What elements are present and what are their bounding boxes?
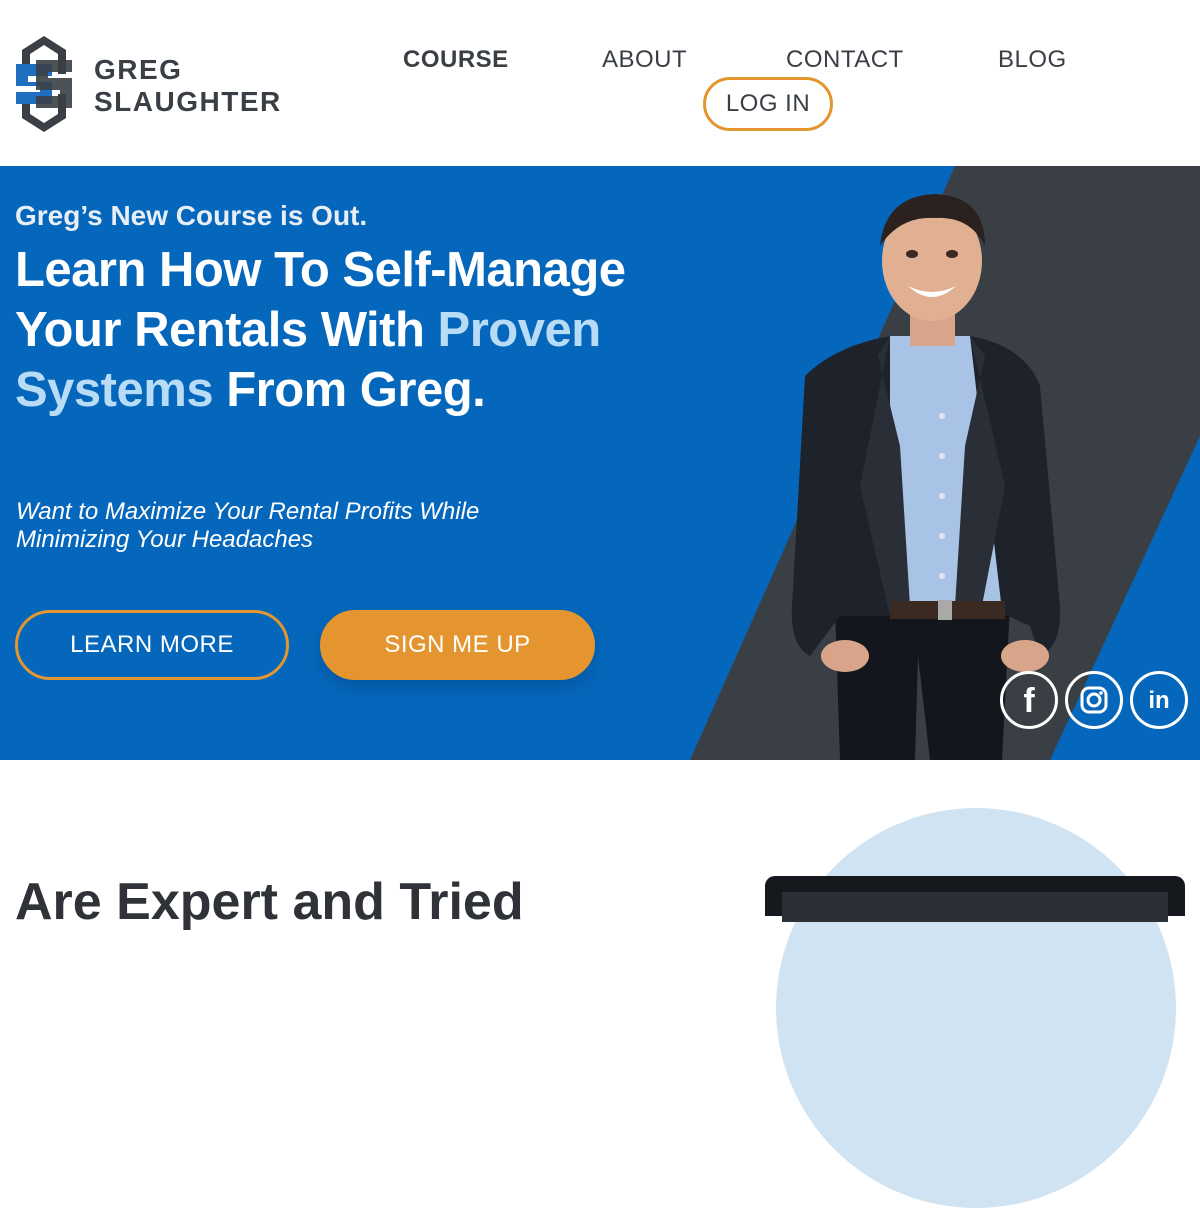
decorative-circle <box>776 808 1176 1208</box>
hero-kicker: Greg’s New Course is Out. <box>15 200 368 231</box>
section-heading: Are Expert and Tried <box>15 873 524 931</box>
sign-me-up-button[interactable]: SIGN ME UP <box>320 610 595 680</box>
hero-subtitle: Want to Maximize Your Rental Profits Whi… <box>16 498 480 553</box>
nav-contact-link[interactable]: CONTACT <box>786 46 904 74</box>
svg-text:f: f <box>1023 682 1035 720</box>
instagram-icon <box>1080 686 1108 714</box>
svg-text:in: in <box>1148 687 1169 714</box>
site-header: GREG SLAUGHTER COURSE ABOUT CONTACT BLOG… <box>0 0 1200 166</box>
laptop-screen <box>782 892 1168 922</box>
instagram-link[interactable] <box>1065 671 1123 729</box>
linkedin-icon: in <box>1148 687 1169 714</box>
linkedin-link[interactable]: in <box>1130 671 1188 729</box>
gs-monogram-icon <box>16 36 72 132</box>
logo-line-2: SLAUGHTER <box>94 86 282 117</box>
nav-about-link[interactable]: ABOUT <box>602 46 687 74</box>
logo-wordmark: GREG SLAUGHTER <box>94 54 282 118</box>
login-button[interactable]: LOG IN <box>703 77 833 131</box>
laptop-image <box>765 876 1185 922</box>
hero-title: Learn How To Self-Manage Your Rentals Wi… <box>15 240 655 420</box>
hero-title-part2: From Greg. <box>213 363 486 417</box>
learn-more-button[interactable]: LEARN MORE <box>15 610 289 680</box>
facebook-link[interactable]: f <box>1000 671 1058 729</box>
site-logo[interactable]: GREG SLAUGHTER <box>14 34 294 134</box>
nav-course-link[interactable]: COURSE <box>403 46 509 74</box>
facebook-icon: f <box>1023 682 1035 720</box>
hero-banner: Greg’s New Course is Out. Learn How To S… <box>0 166 1200 760</box>
logo-line-1: GREG <box>94 54 183 85</box>
nav-blog-link[interactable]: BLOG <box>998 46 1067 74</box>
